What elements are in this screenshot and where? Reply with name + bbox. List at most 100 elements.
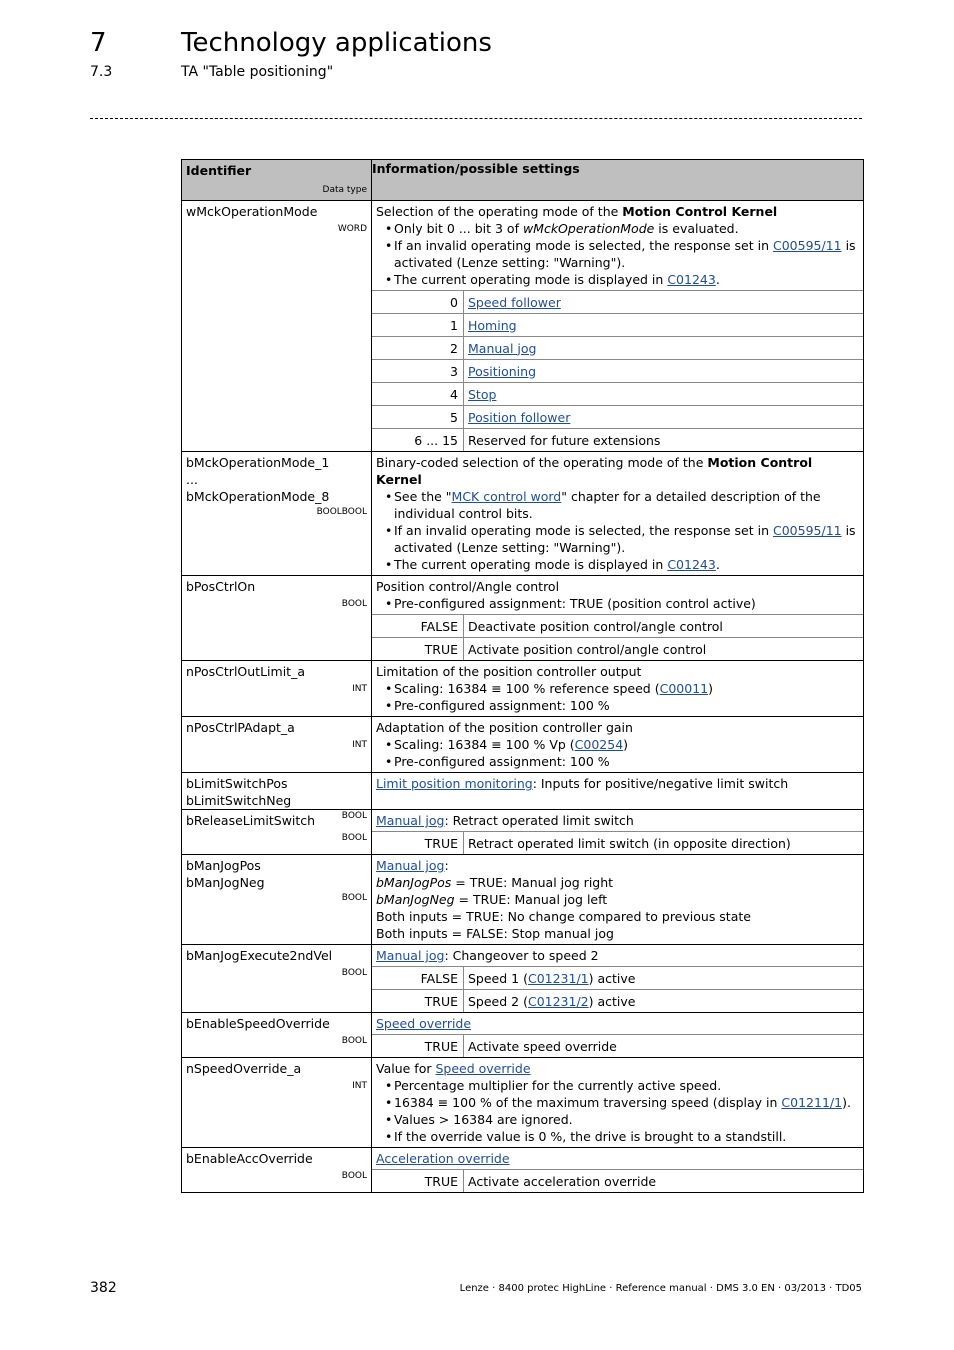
signal-identifier: nPosCtrlOutLimit_a xyxy=(186,664,305,679)
identifier-cell: bReleaseLimitSwitch BOOL xyxy=(181,809,372,855)
value-row: 0 Speed follower xyxy=(372,290,863,314)
table-row: wMckOperationMode WORD Selection of the op… xyxy=(181,200,864,452)
signal-identifier: nPosCtrlPAdapt_a xyxy=(186,720,295,735)
info-text: Limit position monitoring: Inputs for po… xyxy=(372,773,863,794)
bullet-list: Scaling: 16384 ≡ 100 % reference speed (… xyxy=(376,680,859,714)
cross-reference-link[interactable]: Manual jog xyxy=(468,341,536,356)
cross-reference-link[interactable]: Speed override xyxy=(435,1061,530,1076)
value-row: FALSE Speed 1 (C01231/1) active xyxy=(372,966,863,990)
value-description: Activate speed override xyxy=(463,1034,863,1057)
signal-table: Identifier Data type Information/possibl… xyxy=(181,159,864,1193)
table-row: nPosCtrlOutLimit_a INT Limitation of the p… xyxy=(181,660,864,717)
info-text: Selection of the operating mode of the M… xyxy=(372,201,863,290)
identifier-cell: nPosCtrlPAdapt_a INT xyxy=(181,716,372,773)
cross-reference-link[interactable]: MCK control word xyxy=(452,489,562,504)
bullet-list: See the "MCK control word" chapter for a… xyxy=(376,488,859,573)
bullet-item: See the "MCK control word" chapter for a… xyxy=(385,488,859,522)
info-text: Manual jog: Retract operated limit switc… xyxy=(372,810,863,831)
cross-reference-link[interactable]: Positioning xyxy=(468,364,536,379)
data-type-label: WORD xyxy=(337,224,367,234)
cross-reference-link[interactable]: C01231/1 xyxy=(528,971,589,986)
info-text: Manual jog: bManJogPos = TRUE: Manual jog… xyxy=(372,855,863,944)
value-row: 6 ... 15 Reserved for future extensions xyxy=(372,428,863,451)
identifier-cell: wMckOperationMode WORD xyxy=(181,200,372,452)
info-cell: Acceleration override TRUE Activate accele… xyxy=(371,1147,864,1193)
value-code: FALSE xyxy=(372,966,464,990)
data-type-label: INT xyxy=(352,740,367,750)
value-table: FALSE Deactivate position control/angle c… xyxy=(372,614,863,660)
cross-reference-link[interactable]: C01211/1 xyxy=(781,1095,842,1110)
value-description: Stop xyxy=(463,382,863,406)
value-code: FALSE xyxy=(372,614,464,638)
info-cell: Binary-coded selection of the operating … xyxy=(371,451,864,576)
cross-reference-link[interactable]: C00595/11 xyxy=(773,523,842,538)
cross-reference-link[interactable]: Manual jog xyxy=(376,813,444,828)
info-cell: Position control/Angle controlPre-config… xyxy=(371,575,864,661)
info-text: Manual jog: Changeover to speed 2 xyxy=(372,945,863,966)
section-title: TA "Table positioning" xyxy=(181,64,334,80)
table-row: nPosCtrlPAdapt_a INT Adaptation of the pos… xyxy=(181,716,864,773)
cross-reference-link[interactable]: Limit position monitoring xyxy=(376,776,533,791)
bullet-item: Only bit 0 ... bit 3 of wMckOperationMod… xyxy=(385,220,859,237)
info-line: bManJogNeg = TRUE: Manual jog left xyxy=(376,892,608,907)
value-table: TRUE Retract operated limit switch (in op… xyxy=(372,831,863,854)
cross-reference-link[interactable]: C01231/2 xyxy=(528,994,589,1009)
table-row: bEnableAccOverride BOOL Acceleration overr… xyxy=(181,1147,864,1193)
value-code: 5 xyxy=(372,405,464,429)
data-type-label: BOOL xyxy=(341,833,367,843)
value-row: 4 Stop xyxy=(372,382,863,406)
cross-reference-link[interactable]: C00011 xyxy=(660,681,709,696)
value-table: 0 Speed follower 1 Homing 2 Manual jog 3 Positi… xyxy=(372,290,863,451)
bullet-item: Scaling: 16384 ≡ 100 % reference speed (… xyxy=(385,680,859,697)
value-table: TRUE Activate speed override xyxy=(372,1034,863,1057)
identifier-cell: bLimitSwitchPos bLimitSwitchNeg BOOL xyxy=(181,772,372,821)
value-code: 4 xyxy=(372,382,464,406)
info-intro: Acceleration override xyxy=(376,1150,859,1167)
value-row: TRUE Activate speed override xyxy=(372,1034,863,1057)
value-row: TRUE Activate acceleration override xyxy=(372,1169,863,1192)
info-cell: Manual jog: Retract operated limit switc… xyxy=(371,809,864,855)
bullet-item: Pre-configured assignment: TRUE (positio… xyxy=(385,595,859,612)
value-description: Positioning xyxy=(463,359,863,383)
emphasis-text: Motion Control Kernel xyxy=(376,455,813,487)
cross-reference-link[interactable]: C00595/11 xyxy=(773,238,842,253)
cross-reference-link[interactable]: Position follower xyxy=(468,410,570,425)
value-description: Activate acceleration override xyxy=(463,1169,863,1192)
cross-reference-link[interactable]: Speed override xyxy=(376,1016,471,1031)
cross-reference-link[interactable]: C00254 xyxy=(575,737,624,752)
value-description: Speed follower xyxy=(463,290,863,314)
table-header-row: Identifier Data type Information/possibl… xyxy=(181,159,864,201)
data-type-label: INT xyxy=(352,684,367,694)
cross-reference-link[interactable]: Speed follower xyxy=(468,295,561,310)
cross-reference-link[interactable]: Manual jog xyxy=(376,858,444,873)
value-description: Reserved for future extensions xyxy=(463,428,863,451)
cross-reference-link[interactable]: C01243 xyxy=(667,272,716,287)
cross-reference-link[interactable]: Homing xyxy=(468,318,517,333)
cross-reference-link[interactable]: Acceleration override xyxy=(376,1151,510,1166)
signal-identifier: bMckOperationMode_1 xyxy=(186,455,330,470)
cross-reference-link[interactable]: Manual jog xyxy=(376,948,444,963)
footer-doc-info: Lenze · 8400 protec HighLine · Reference… xyxy=(459,1283,862,1294)
value-code: TRUE xyxy=(372,1169,464,1192)
bullet-item: Pre-configured assignment: 100 % xyxy=(385,697,859,714)
value-code: 1 xyxy=(372,313,464,337)
signal-identifier: bLimitSwitchNeg xyxy=(186,793,292,808)
cross-reference-link[interactable]: C01243 xyxy=(667,557,716,572)
cross-reference-link[interactable]: Stop xyxy=(468,387,496,402)
data-type-label: BOOLBOOL xyxy=(316,507,367,517)
italic-identifier: wMckOperationMode xyxy=(522,221,655,236)
value-row: 5 Position follower xyxy=(372,405,863,429)
header-data-type: Data type xyxy=(322,185,367,195)
header-info: Information/possible settings xyxy=(371,159,864,201)
value-description: Speed 2 (C01231/2) active xyxy=(463,989,863,1012)
identifier-cell: bMckOperationMode_1... bMckOperationMode_… xyxy=(181,451,372,576)
header-identifier: Identifier xyxy=(186,163,252,178)
value-code: TRUE xyxy=(372,831,464,854)
value-row: 2 Manual jog xyxy=(372,336,863,360)
info-intro: Position control/Angle control xyxy=(376,579,560,594)
bullet-item: Pre-configured assignment: 100 % xyxy=(385,753,859,770)
info-intro: Adaptation of the position controller ga… xyxy=(376,720,633,735)
data-type-label: BOOL xyxy=(341,599,367,609)
value-code: TRUE xyxy=(372,637,464,660)
bullet-item: The current operating mode is displayed … xyxy=(385,556,859,573)
